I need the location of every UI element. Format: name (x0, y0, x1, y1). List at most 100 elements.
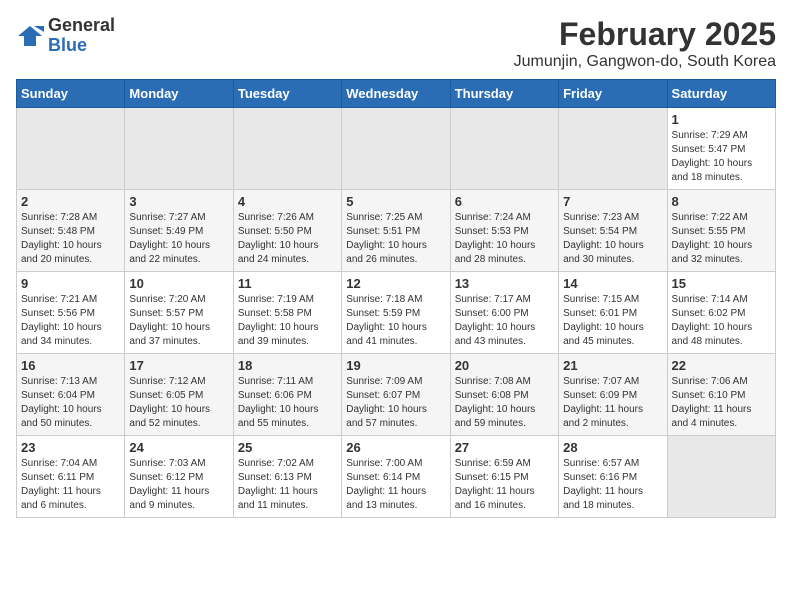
day-info: Sunrise: 7:28 AM Sunset: 5:48 PM Dayligh… (21, 211, 120, 267)
day-number: 15 (672, 276, 771, 291)
calendar-cell: 22 Sunrise: 7:06 AM Sunset: 6:10 PM Dayli… (667, 354, 775, 436)
day-info: Sunrise: 7:07 AM Sunset: 6:09 PM Dayligh… (563, 375, 662, 431)
calendar-cell (342, 108, 450, 190)
day-info: Sunrise: 7:02 AM Sunset: 6:13 PM Dayligh… (238, 457, 337, 513)
calendar-cell: 25 Sunrise: 7:02 AM Sunset: 6:13 PM Dayli… (233, 436, 341, 518)
weekday-header-friday: Friday (559, 80, 667, 108)
calendar-cell: 23 Sunrise: 7:04 AM Sunset: 6:11 PM Dayli… (17, 436, 125, 518)
calendar-cell: 9 Sunrise: 7:21 AM Sunset: 5:56 PM Daylig… (17, 272, 125, 354)
calendar-cell: 2 Sunrise: 7:28 AM Sunset: 5:48 PM Daylig… (17, 190, 125, 272)
day-number: 20 (455, 358, 554, 373)
calendar-cell: 27 Sunrise: 6:59 AM Sunset: 6:15 PM Dayli… (450, 436, 558, 518)
calendar-cell (17, 108, 125, 190)
day-number: 2 (21, 194, 120, 209)
calendar-header: SundayMondayTuesdayWednesdayThursdayFrid… (17, 80, 776, 108)
calendar-title: February 2025 (514, 16, 776, 53)
weekday-header-saturday: Saturday (667, 80, 775, 108)
logo-text: General Blue (48, 16, 115, 56)
calendar-cell: 7 Sunrise: 7:23 AM Sunset: 5:54 PM Daylig… (559, 190, 667, 272)
logo: General Blue (16, 16, 115, 56)
calendar-cell: 8Sunrise: 7:22 AM Sunset: 5:55 PM Daylig… (667, 190, 775, 272)
calendar-cell: 24Sunrise: 7:03 AM Sunset: 6:12 PM Dayli… (125, 436, 233, 518)
weekday-header-sunday: Sunday (17, 80, 125, 108)
calendar-cell: 15 Sunrise: 7:14 AM Sunset: 6:02 PM Dayli… (667, 272, 775, 354)
weekday-header-wednesday: Wednesday (342, 80, 450, 108)
calendar-cell: 5Sunrise: 7:25 AM Sunset: 5:51 PM Daylig… (342, 190, 450, 272)
calendar-cell: 26Sunrise: 7:00 AM Sunset: 6:14 PM Dayli… (342, 436, 450, 518)
calendar-week-1: 1Sunrise: 7:29 AM Sunset: 5:47 PM Daylig… (17, 108, 776, 190)
day-number: 27 (455, 440, 554, 455)
day-number: 19 (346, 358, 445, 373)
calendar-week-3: 9 Sunrise: 7:21 AM Sunset: 5:56 PM Daylig… (17, 272, 776, 354)
calendar-cell (125, 108, 233, 190)
calendar-cell (559, 108, 667, 190)
day-number: 7 (563, 194, 662, 209)
day-number: 18 (238, 358, 337, 373)
calendar-week-4: 16 Sunrise: 7:13 AM Sunset: 6:04 PM Dayli… (17, 354, 776, 436)
day-info: Sunrise: 6:59 AM Sunset: 6:15 PM Dayligh… (455, 457, 554, 513)
day-info: Sunrise: 7:22 AM Sunset: 5:55 PM Dayligh… (672, 211, 771, 267)
day-number: 11 (238, 276, 337, 291)
weekday-header-monday: Monday (125, 80, 233, 108)
day-info: Sunrise: 7:00 AM Sunset: 6:14 PM Dayligh… (346, 457, 445, 513)
calendar-subtitle: Jumunjin, Gangwon-do, South Korea (514, 53, 776, 71)
weekday-row: SundayMondayTuesdayWednesdayThursdayFrid… (17, 80, 776, 108)
day-info: Sunrise: 7:06 AM Sunset: 6:10 PM Dayligh… (672, 375, 771, 431)
calendar-cell: 10 Sunrise: 7:20 AM Sunset: 5:57 PM Dayli… (125, 272, 233, 354)
day-info: Sunrise: 7:24 AM Sunset: 5:53 PM Dayligh… (455, 211, 554, 267)
calendar-cell: 1Sunrise: 7:29 AM Sunset: 5:47 PM Daylig… (667, 108, 775, 190)
day-info: Sunrise: 7:29 AM Sunset: 5:47 PM Dayligh… (672, 129, 771, 185)
day-number: 14 (563, 276, 662, 291)
day-number: 23 (21, 440, 120, 455)
day-info: Sunrise: 7:14 AM Sunset: 6:02 PM Dayligh… (672, 293, 771, 349)
calendar-cell: 20 Sunrise: 7:08 AM Sunset: 6:08 PM Dayli… (450, 354, 558, 436)
day-number: 9 (21, 276, 120, 291)
day-number: 22 (672, 358, 771, 373)
logo-general-text: General (48, 15, 115, 35)
weekday-header-tuesday: Tuesday (233, 80, 341, 108)
logo-blue-text: Blue (48, 35, 87, 55)
day-info: Sunrise: 7:11 AM Sunset: 6:06 PM Dayligh… (238, 375, 337, 431)
calendar-table: SundayMondayTuesdayWednesdayThursdayFrid… (16, 79, 776, 518)
day-number: 3 (129, 194, 228, 209)
calendar-week-5: 23 Sunrise: 7:04 AM Sunset: 6:11 PM Dayli… (17, 436, 776, 518)
day-info: Sunrise: 7:19 AM Sunset: 5:58 PM Dayligh… (238, 293, 337, 349)
logo-icon (16, 22, 44, 50)
calendar-body: 1Sunrise: 7:29 AM Sunset: 5:47 PM Daylig… (17, 108, 776, 518)
day-number: 5 (346, 194, 445, 209)
day-info: Sunrise: 7:18 AM Sunset: 5:59 PM Dayligh… (346, 293, 445, 349)
calendar-cell: 18 Sunrise: 7:11 AM Sunset: 6:06 PM Dayli… (233, 354, 341, 436)
day-info: Sunrise: 7:15 AM Sunset: 6:01 PM Dayligh… (563, 293, 662, 349)
day-info: Sunrise: 7:12 AM Sunset: 6:05 PM Dayligh… (129, 375, 228, 431)
day-info: Sunrise: 7:27 AM Sunset: 5:49 PM Dayligh… (129, 211, 228, 267)
day-number: 4 (238, 194, 337, 209)
calendar-week-2: 2 Sunrise: 7:28 AM Sunset: 5:48 PM Daylig… (17, 190, 776, 272)
calendar-cell: 19Sunrise: 7:09 AM Sunset: 6:07 PM Dayli… (342, 354, 450, 436)
day-number: 12 (346, 276, 445, 291)
day-number: 28 (563, 440, 662, 455)
page-header: General Blue February 2025 Jumunjin, Gan… (16, 16, 776, 71)
day-number: 10 (129, 276, 228, 291)
calendar-cell: 6 Sunrise: 7:24 AM Sunset: 5:53 PM Daylig… (450, 190, 558, 272)
day-info: Sunrise: 7:03 AM Sunset: 6:12 PM Dayligh… (129, 457, 228, 513)
day-number: 17 (129, 358, 228, 373)
day-number: 25 (238, 440, 337, 455)
calendar-cell (667, 436, 775, 518)
day-info: Sunrise: 6:57 AM Sunset: 6:16 PM Dayligh… (563, 457, 662, 513)
day-info: Sunrise: 7:17 AM Sunset: 6:00 PM Dayligh… (455, 293, 554, 349)
calendar-cell: 21Sunrise: 7:07 AM Sunset: 6:09 PM Dayli… (559, 354, 667, 436)
day-number: 16 (21, 358, 120, 373)
day-info: Sunrise: 7:20 AM Sunset: 5:57 PM Dayligh… (129, 293, 228, 349)
day-info: Sunrise: 7:21 AM Sunset: 5:56 PM Dayligh… (21, 293, 120, 349)
calendar-cell (233, 108, 341, 190)
calendar-cell: 28 Sunrise: 6:57 AM Sunset: 6:16 PM Dayli… (559, 436, 667, 518)
day-info: Sunrise: 7:08 AM Sunset: 6:08 PM Dayligh… (455, 375, 554, 431)
calendar-cell: 16 Sunrise: 7:13 AM Sunset: 6:04 PM Dayli… (17, 354, 125, 436)
day-number: 6 (455, 194, 554, 209)
day-info: Sunrise: 7:13 AM Sunset: 6:04 PM Dayligh… (21, 375, 120, 431)
calendar-cell: 12 Sunrise: 7:18 AM Sunset: 5:59 PM Dayli… (342, 272, 450, 354)
day-info: Sunrise: 7:23 AM Sunset: 5:54 PM Dayligh… (563, 211, 662, 267)
calendar-cell: 4Sunrise: 7:26 AM Sunset: 5:50 PM Daylig… (233, 190, 341, 272)
day-number: 13 (455, 276, 554, 291)
day-info: Sunrise: 7:04 AM Sunset: 6:11 PM Dayligh… (21, 457, 120, 513)
